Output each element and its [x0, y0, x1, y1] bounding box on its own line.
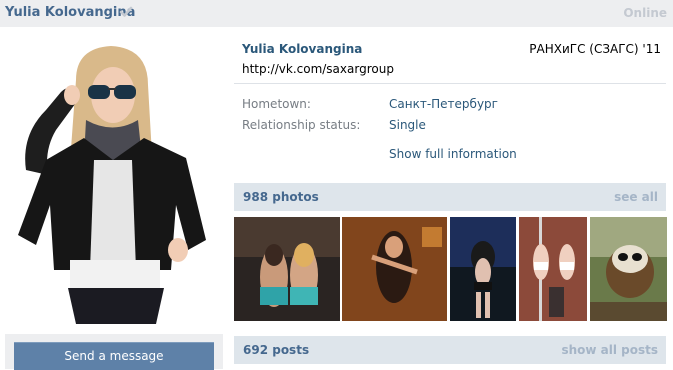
show-all-posts-link[interactable]: show all posts: [561, 343, 658, 357]
info-label-hometown: Hometown:: [242, 97, 311, 111]
photo-thumbnail[interactable]: [342, 217, 447, 321]
photos-count[interactable]: 988 photos: [243, 190, 319, 204]
photo-thumbnail[interactable]: [450, 217, 516, 321]
photo-thumbnail[interactable]: [234, 217, 340, 321]
profile-name[interactable]: Yulia Kolovangina: [242, 42, 362, 56]
send-message-button[interactable]: Send a message: [14, 342, 214, 370]
top-bar: Yulia Kolovangina Online: [0, 0, 673, 27]
profile-photo[interactable]: [6, 40, 222, 324]
info-value-relationship[interactable]: Single: [389, 118, 426, 132]
status-text: http://vk.com/saxargroup: [242, 62, 394, 76]
posts-count[interactable]: 692 posts: [243, 343, 309, 357]
online-status: Online: [623, 6, 667, 20]
divider: [234, 83, 666, 84]
photo-thumbnail[interactable]: [519, 217, 587, 321]
photos-header[interactable]: 988 photos see all: [234, 183, 666, 211]
see-all-photos-link[interactable]: see all: [614, 190, 658, 204]
page-title: Yulia Kolovangina: [5, 5, 136, 20]
info-value-hometown[interactable]: Санкт-Петербург: [389, 97, 498, 111]
send-message-area: Send a message: [5, 334, 223, 370]
info-label-relationship: Relationship status:: [242, 118, 361, 132]
posts-header[interactable]: 692 posts show all posts: [234, 336, 666, 364]
university-label: РАНХиГС (СЗАГС) '11: [529, 42, 661, 56]
verified-check-icon: [119, 6, 133, 17]
photo-thumbnail[interactable]: [590, 217, 667, 321]
show-full-info-link[interactable]: Show full information: [389, 147, 517, 161]
